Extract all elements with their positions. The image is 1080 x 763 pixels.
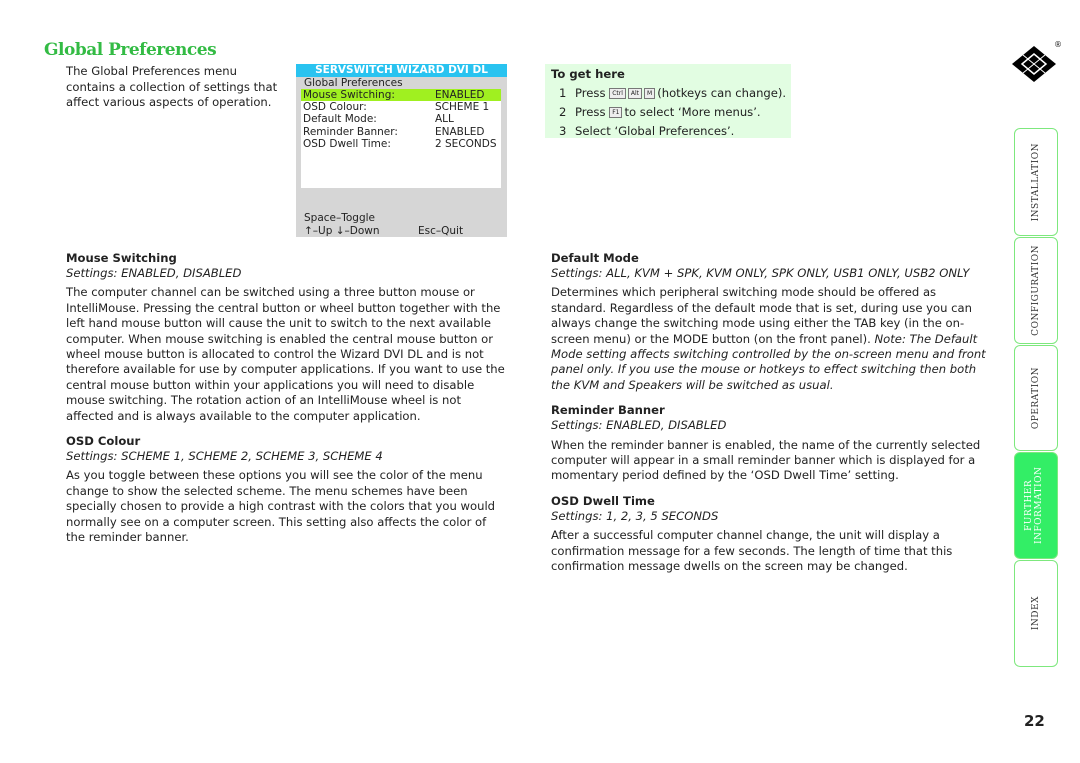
- tab-configuration[interactable]: CONFIGURATION: [1014, 237, 1058, 344]
- step-text: Select ‘Global Preferences’.: [575, 124, 735, 138]
- section-settings: Settings: ALL, KVM + SPK, KVM ONLY, SPK …: [551, 266, 970, 280]
- step-text: to select ‘More menus’.: [624, 105, 761, 119]
- registered-mark: ®: [1054, 40, 1062, 49]
- osd-row-label: OSD Colour:: [303, 101, 367, 114]
- osd-row: Default Mode: ALL: [301, 113, 501, 125]
- tab-installation[interactable]: INSTALLATION: [1014, 128, 1058, 236]
- tab-label: CONFIGURATION: [1031, 245, 1041, 336]
- tab-operation[interactable]: OPERATION: [1014, 345, 1058, 451]
- osd-row-value: ENABLED: [435, 89, 485, 101]
- tab-label: FURTHER INFORMATION: [1024, 466, 1044, 545]
- logo-diamond-icon: [1012, 46, 1056, 82]
- section-body: Determines which peripheral switching mo…: [551, 285, 991, 393]
- section-settings: Settings: ENABLED, DISABLED: [66, 266, 242, 280]
- section-settings: Settings: SCHEME 1, SCHEME 2, SCHEME 3, …: [66, 449, 383, 464]
- osd-row-value: ALL: [435, 113, 454, 126]
- section-settings: Settings: ENABLED, DISABLED: [551, 418, 727, 433]
- osd-menu-screenshot: SERVSWITCH WIZARD DVI DL Global Preferen…: [296, 64, 507, 237]
- section-body: The computer channel can be switched usi…: [66, 285, 505, 423]
- osd-row: OSD Colour: SCHEME 1: [301, 101, 501, 113]
- step-number: 2: [559, 105, 567, 119]
- to-get-here-box: To get here 1 Press Ctrl Alt M (hotkeys can …: [545, 64, 791, 138]
- tab-label: INDEX: [1031, 596, 1041, 631]
- section-body: After a successful computer channel chan…: [551, 528, 953, 574]
- page-title: Global Preferences: [44, 40, 217, 60]
- left-column: Mouse Switching Settings: ENABLED, DISAB…: [66, 251, 506, 556]
- right-column: Default Mode Settings: ALL, KVM + SPK, K…: [551, 251, 991, 585]
- osd-header: SERVSWITCH WIZARD DVI DL: [296, 64, 507, 77]
- osd-subtitle: Global Preferences: [304, 77, 403, 89]
- osd-row-label: Mouse Switching:: [303, 89, 395, 101]
- osd-toggle-hint: Space–Toggle: [304, 212, 376, 224]
- step-1: 1 Press Ctrl Alt M (hotkeys can change).: [545, 84, 791, 103]
- osd-row-label: Default Mode:: [303, 113, 377, 126]
- osd-footer: Space–Toggle ↑–Up ↓–Down Esc–Quit: [304, 212, 504, 237]
- osd-row-label: Reminder Banner:: [303, 125, 398, 138]
- tab-label: OPERATION: [1031, 366, 1041, 430]
- ctrl-key-icon: Ctrl: [609, 88, 626, 99]
- section-heading: Mouse Switching: [66, 251, 177, 265]
- osd-updown-hint: ↑–Up ↓–Down: [304, 224, 380, 237]
- step-text: (hotkeys can change).: [657, 86, 787, 100]
- section-settings: Settings: 1, 2, 3, 5 SECONDS: [551, 508, 719, 523]
- osd-row: OSD Dwell Time: 2 SECONDS: [301, 138, 501, 150]
- m-key-icon: M: [644, 88, 656, 99]
- step-3: 3 Select ‘Global Preferences’.: [545, 122, 791, 141]
- step-text: Press: [575, 86, 606, 100]
- section-body: When the reminder banner is enabled, the…: [551, 437, 981, 483]
- alt-key-icon: Alt: [627, 88, 643, 99]
- section-heading: OSD Dwell Time: [551, 493, 655, 508]
- step-number: 3: [559, 124, 567, 138]
- black-box-logo: ®: [1010, 40, 1062, 89]
- osd-row-value: 2 SECONDS: [435, 137, 497, 150]
- tab-label: INSTALLATION: [1031, 142, 1041, 222]
- osd-row: Reminder Banner: ENABLED: [301, 126, 501, 138]
- osd-list: Mouse Switching: ENABLED OSD Colour: SCHEM…: [301, 89, 501, 188]
- section-body: As you toggle between these options you …: [66, 468, 496, 545]
- f1-key-icon: F1: [609, 107, 623, 118]
- section-heading: Reminder Banner: [551, 403, 665, 418]
- section-heading: OSD Colour: [66, 434, 141, 449]
- osd-row-label: OSD Dwell Time:: [303, 137, 391, 150]
- osd-row-value: ENABLED: [435, 125, 485, 138]
- section-heading: Default Mode: [551, 251, 639, 265]
- osd-row: Mouse Switching: ENABLED: [301, 89, 501, 102]
- osd-quit-hint: Esc–Quit: [418, 224, 464, 237]
- tab-index[interactable]: INDEX: [1014, 560, 1058, 667]
- step-number: 1: [559, 86, 567, 100]
- page-number: 22: [1024, 712, 1045, 730]
- intro-text: The Global Preferences menu contains a c…: [66, 64, 278, 109]
- osd-row-value: SCHEME 1: [435, 101, 490, 114]
- step-2: 2 Press F1 to select ‘More menus’.: [545, 103, 791, 122]
- step-text: Press: [575, 105, 606, 119]
- to-get-here-heading: To get here: [551, 67, 625, 81]
- tab-further-information[interactable]: FURTHER INFORMATION: [1014, 452, 1058, 559]
